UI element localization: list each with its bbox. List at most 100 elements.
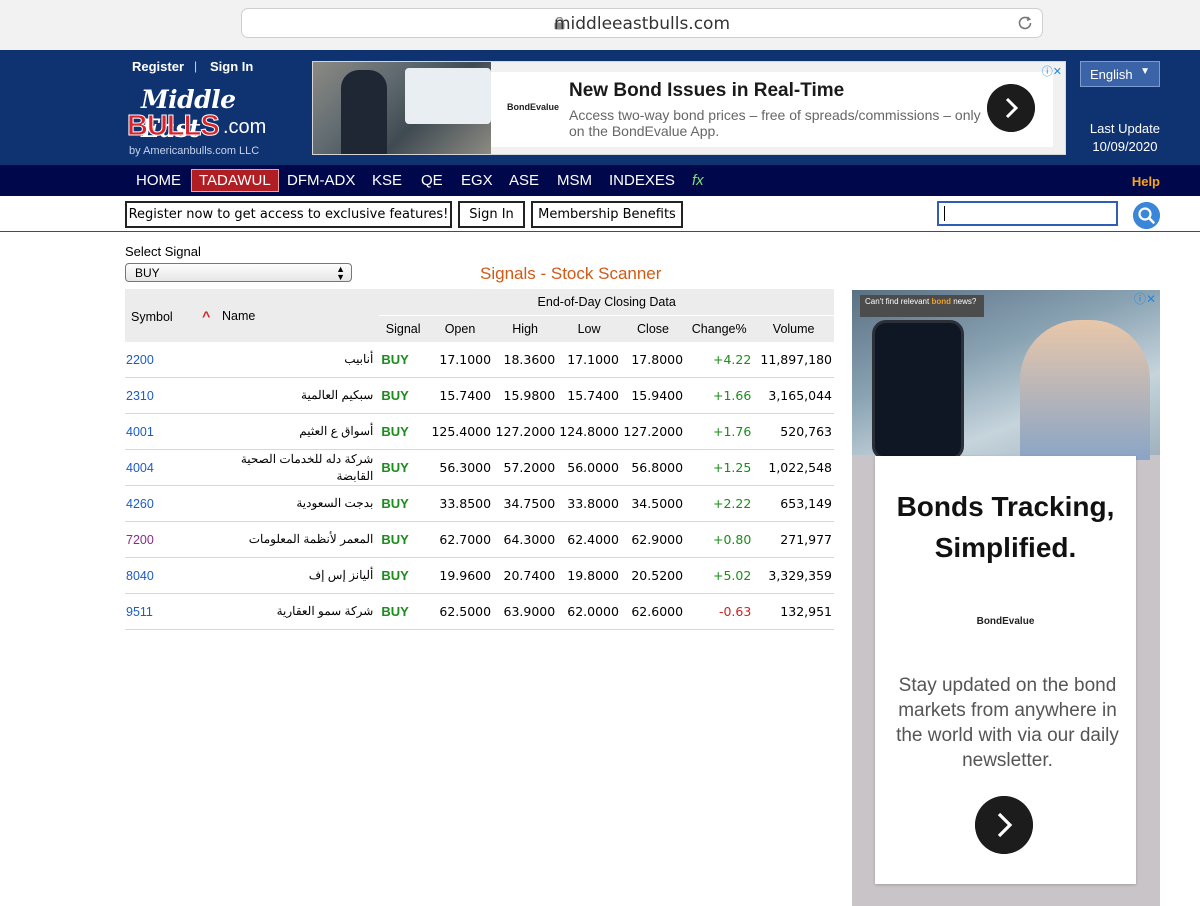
column-group-eod: End-of-Day Closing Data — [379, 289, 834, 316]
search-icon[interactable] — [1133, 202, 1160, 229]
symbol-link[interactable]: 4001 — [125, 413, 216, 450]
site-header: Register | Sign In Middle East BULLS .co… — [0, 50, 1200, 165]
signal-value: BUY — [379, 377, 427, 414]
stock-name: بدجت السعودية — [215, 485, 380, 522]
table-row: 4004 شركة دله للخدمات الصحية القابضة BUY 56… — [125, 449, 834, 486]
open-value: 17.1000 — [426, 342, 494, 378]
language-label: English — [1090, 67, 1133, 82]
ad-arrow-icon[interactable] — [987, 84, 1035, 132]
ad-person-shape — [341, 70, 387, 154]
nav-kse[interactable]: KSE — [365, 169, 409, 192]
volume-value: 520,763 — [753, 413, 834, 450]
table-row: 4260 بدجت السعودية BUY 33.8500 34.7500 33.800… — [125, 485, 834, 522]
column-header-open[interactable]: Open — [426, 315, 494, 342]
top-banner-ad[interactable]: BondEvalue New Bond Issues in Real-Time … — [312, 61, 1066, 155]
ad-content-card: BondEvalue New Bond Issues in Real-Time … — [491, 72, 1053, 147]
column-header-name[interactable]: Name — [215, 289, 380, 342]
register-promo-button[interactable]: Register now to get access to exclusive … — [125, 201, 452, 228]
last-update-date: 10/09/2020 — [1092, 139, 1158, 154]
high-value: 18.3600 — [493, 342, 558, 378]
column-header-volume[interactable]: Volume — [753, 315, 834, 342]
open-value: 125.4000 — [426, 413, 494, 450]
symbol-header-label: Symbol — [131, 309, 173, 324]
change-value: +1.76 — [685, 413, 754, 450]
signal-value: BUY — [379, 593, 427, 630]
help-link[interactable]: Help — [1132, 174, 1160, 189]
nav-ase[interactable]: ASE — [502, 169, 546, 192]
ad-arrow-icon[interactable] — [975, 796, 1033, 854]
high-value: 63.9000 — [493, 593, 558, 630]
address-bar[interactable]: middleeastbulls.com — [241, 8, 1043, 38]
symbol-link[interactable]: 4004 — [125, 449, 216, 486]
sidebar-ad-brand: BondEvalue — [976, 616, 1035, 627]
change-value: +1.25 — [685, 449, 754, 486]
site-logo[interactable]: Middle East BULLS .com by Americanbulls.… — [127, 85, 287, 160]
column-header-close[interactable]: Close — [620, 315, 686, 342]
sign-in-button[interactable]: Sign In — [458, 201, 525, 228]
open-value: 62.5000 — [426, 593, 494, 630]
register-link[interactable]: Register — [132, 59, 184, 74]
signal-select-value: BUY — [135, 266, 160, 280]
high-value: 127.2000 — [493, 413, 558, 450]
sidebar-ad-tag: Can't find relevant bond news? — [860, 295, 984, 317]
link-separator: | — [194, 59, 198, 73]
sort-caret-icon[interactable]: ^ — [202, 308, 210, 324]
symbol-link[interactable]: 9511 — [125, 593, 216, 630]
sidebar-ad-photo: Can't find relevant bond news? — [852, 290, 1160, 460]
nav-tadawul[interactable]: TADAWUL — [191, 169, 279, 192]
adchoices-icon[interactable]: ⓘ✕ — [1134, 290, 1156, 307]
symbol-link[interactable]: 7200 — [125, 521, 216, 558]
symbol-link[interactable]: 4260 — [125, 485, 216, 522]
search-input[interactable] — [937, 201, 1118, 226]
nav-egx[interactable]: EGX — [454, 169, 500, 192]
sign-in-link[interactable]: Sign In — [210, 59, 253, 74]
volume-value: 3,329,359 — [753, 557, 834, 594]
reload-icon[interactable] — [1016, 14, 1034, 32]
open-value: 62.7000 — [426, 521, 494, 558]
column-header-high[interactable]: High — [493, 315, 558, 342]
high-value: 57.2000 — [493, 449, 558, 486]
volume-value: 132,951 — [753, 593, 834, 630]
nav-fx[interactable]: fx — [685, 169, 711, 192]
high-value: 15.9800 — [493, 377, 558, 414]
membership-benefits-button[interactable]: Membership Benefits — [531, 201, 683, 228]
table-row: 9511 شركة سمو العقارية BUY 62.5000 63.9000 62… — [125, 593, 834, 630]
symbol-link[interactable]: 2310 — [125, 377, 216, 414]
close-value: 15.9400 — [620, 377, 686, 414]
change-value: +0.80 — [685, 521, 754, 558]
nav-qe[interactable]: QE — [414, 169, 450, 192]
stock-name: المعمر لأنظمة المعلومات — [215, 521, 380, 558]
column-header-low[interactable]: Low — [557, 315, 621, 342]
signal-value: BUY — [379, 557, 427, 594]
close-value: 127.2000 — [620, 413, 686, 450]
signal-select[interactable]: BUY ▲ ▼ — [125, 263, 352, 282]
nav-home[interactable]: HOME — [129, 169, 188, 192]
sidebar-ad-body: Stay updated on the bond markets from an… — [896, 675, 1119, 771]
column-header-symbol[interactable]: Symbol ^ — [125, 289, 216, 342]
symbol-link[interactable]: 2200 — [125, 342, 216, 378]
stock-name: أليانز إس إف — [215, 557, 380, 594]
open-value: 33.8500 — [426, 485, 494, 522]
nav-msm[interactable]: MSM — [550, 169, 599, 192]
adchoices-icon[interactable]: ⓘ✕ — [1042, 63, 1062, 79]
change-value: +2.22 — [685, 485, 754, 522]
stock-name: سبكيم العالمية — [215, 377, 380, 414]
symbol-link[interactable]: 8040 — [125, 557, 216, 594]
headline-line-2: Simplified. — [934, 532, 1077, 563]
language-select[interactable]: English ▼ — [1080, 61, 1160, 87]
nav-dfm-adx[interactable]: DFM-ADX — [280, 169, 362, 192]
column-header-change[interactable]: Change% — [685, 315, 754, 342]
column-header-signal[interactable]: Signal — [379, 315, 427, 342]
change-value: +5.02 — [685, 557, 754, 594]
change-value: +1.66 — [685, 377, 754, 414]
ad-person-shape — [1020, 320, 1150, 460]
low-value: 124.8000 — [557, 413, 621, 450]
table-row: 2200 أنابيب BUY 17.1000 18.3600 17.1000 17.800… — [125, 342, 834, 378]
nav-indexes[interactable]: INDEXES — [602, 169, 682, 192]
close-value: 62.6000 — [620, 593, 686, 630]
sidebar-ad[interactable]: Can't find relevant bond news? Bonds Tra… — [852, 290, 1160, 906]
low-value: 17.1000 — [557, 342, 621, 378]
close-value: 20.5200 — [620, 557, 686, 594]
tag-highlight: bond — [931, 297, 951, 306]
action-toolbar: Register now to get access to exclusive … — [0, 196, 1200, 232]
